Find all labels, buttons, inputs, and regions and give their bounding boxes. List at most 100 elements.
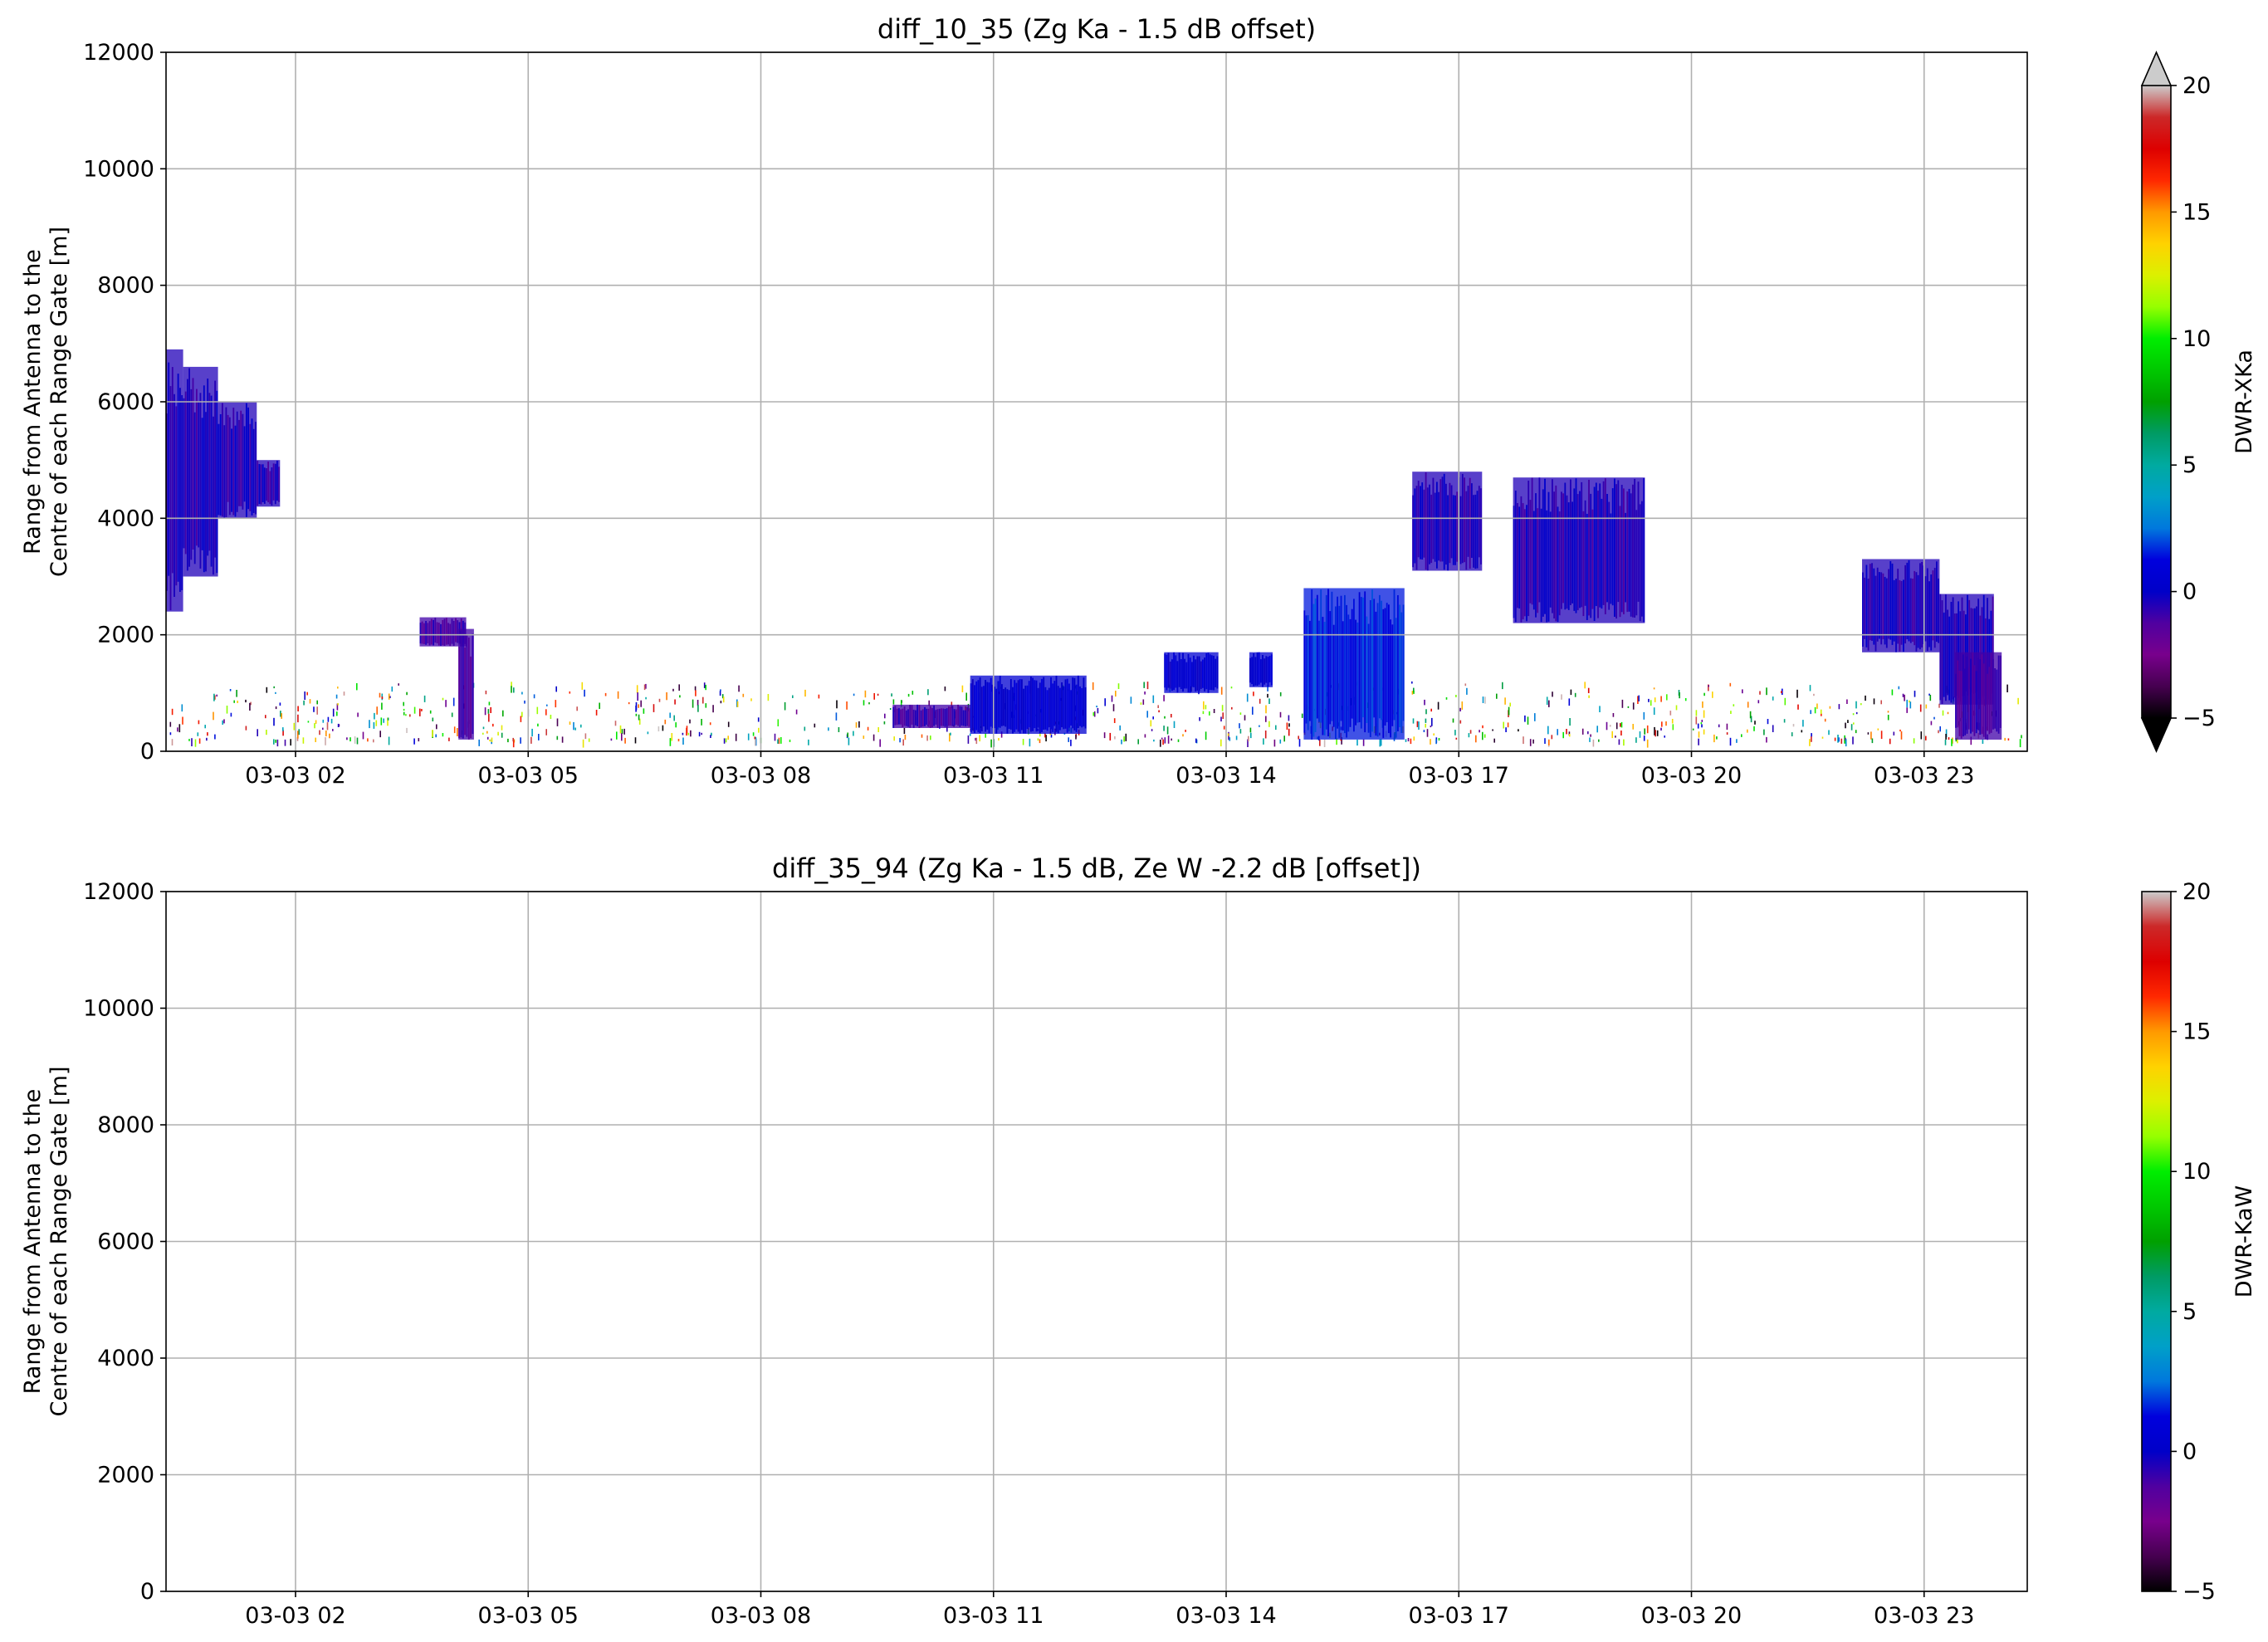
noise-point (1532, 739, 1534, 744)
noise-point (319, 730, 320, 735)
noise-point (1356, 739, 1358, 746)
echo-column (1558, 511, 1561, 616)
echo-column (1888, 569, 1889, 639)
noise-point (1117, 683, 1120, 689)
echo-column (1634, 478, 1635, 618)
noise-point (1142, 699, 1145, 705)
noise-point (1152, 716, 1154, 720)
noise-point (640, 700, 642, 707)
echo-column (896, 708, 898, 725)
noise-point (623, 728, 625, 735)
echo-column (1318, 620, 1320, 722)
noise-point (1880, 731, 1883, 740)
echo-column (1474, 494, 1477, 569)
echo-column (1994, 668, 1996, 729)
noise-point (1829, 706, 1831, 709)
x-tick-label: 03-03 14 (1176, 1603, 1276, 1629)
echo-column (997, 681, 1000, 728)
noise-point (1598, 739, 1600, 742)
noise-point (1561, 694, 1562, 700)
y-tick-label: 6000 (97, 389, 154, 415)
echo-column (1373, 599, 1376, 718)
noise-point (635, 705, 637, 712)
noise-point (1902, 693, 1904, 697)
noise-point (695, 690, 697, 696)
noise-point (1029, 738, 1031, 747)
noise-point (356, 683, 358, 691)
noise-point (877, 693, 879, 696)
noise-point (777, 719, 780, 726)
echo-column (1601, 498, 1603, 609)
noise-point (1880, 700, 1882, 705)
noise-point (573, 721, 574, 731)
noise-point (325, 737, 326, 745)
echo-column (460, 630, 462, 738)
noise-point (489, 739, 491, 742)
echo-column (946, 708, 948, 726)
noise-point (169, 732, 172, 735)
echo-column (898, 708, 900, 725)
noise-point (1469, 730, 1472, 734)
echo-column (1450, 485, 1453, 559)
noise-point (1669, 711, 1672, 716)
noise-point (1153, 739, 1155, 742)
noise-point (712, 705, 714, 713)
echo-column (262, 464, 264, 502)
noise-point (1672, 724, 1674, 731)
noise-point (403, 708, 405, 711)
echo-region (166, 349, 183, 612)
x-tick-label: 03-03 08 (711, 1603, 811, 1629)
noise-point (486, 736, 489, 740)
noise-point (1504, 697, 1506, 705)
echo-column (892, 706, 895, 728)
echo-column (257, 460, 259, 506)
echo-column (246, 403, 247, 517)
noise-point (838, 727, 840, 732)
noise-point (1171, 714, 1172, 718)
colorbar-tick-label: −5 (2182, 706, 2216, 731)
noise-point (1772, 696, 1774, 701)
noise-point (513, 687, 515, 693)
echo-column (990, 677, 992, 727)
echo-column (1185, 662, 1188, 689)
echo-column (1591, 509, 1594, 609)
echo-column (986, 682, 989, 731)
echo-column (1576, 494, 1579, 611)
noise-point (804, 726, 806, 731)
noise-point (1115, 691, 1117, 697)
echo-column (175, 406, 178, 586)
noise-point (429, 710, 432, 714)
echo-column (472, 633, 474, 735)
noise-point (1068, 737, 1069, 742)
echo-column (1623, 488, 1625, 614)
noise-point (1654, 697, 1656, 702)
noise-point (222, 720, 223, 725)
echo-column (1626, 491, 1629, 613)
echo-column (903, 706, 906, 726)
noise-point (1620, 721, 1623, 728)
noise-point (725, 738, 727, 743)
echo-column (1417, 481, 1420, 558)
echo-column (1876, 567, 1879, 642)
noise-point (297, 706, 299, 711)
noise-point (1914, 691, 1916, 697)
noise-point (530, 736, 532, 744)
noise-point (343, 691, 345, 696)
noise-point (1413, 736, 1415, 741)
echo-column (242, 413, 244, 510)
noise-point (281, 713, 282, 719)
echo-column (1537, 508, 1539, 613)
noise-point (362, 731, 364, 740)
echo-column (1471, 483, 1473, 558)
noise-point (482, 726, 485, 730)
echo-column (1630, 493, 1632, 617)
echo-column (915, 710, 916, 726)
echo-column (1251, 657, 1253, 685)
noise-point (338, 724, 340, 727)
echo-column (1030, 677, 1032, 732)
noise-point (204, 725, 206, 729)
echo-column (263, 467, 266, 504)
echo-column (1023, 688, 1024, 734)
echo-column (979, 677, 981, 734)
noise-point (485, 690, 487, 695)
